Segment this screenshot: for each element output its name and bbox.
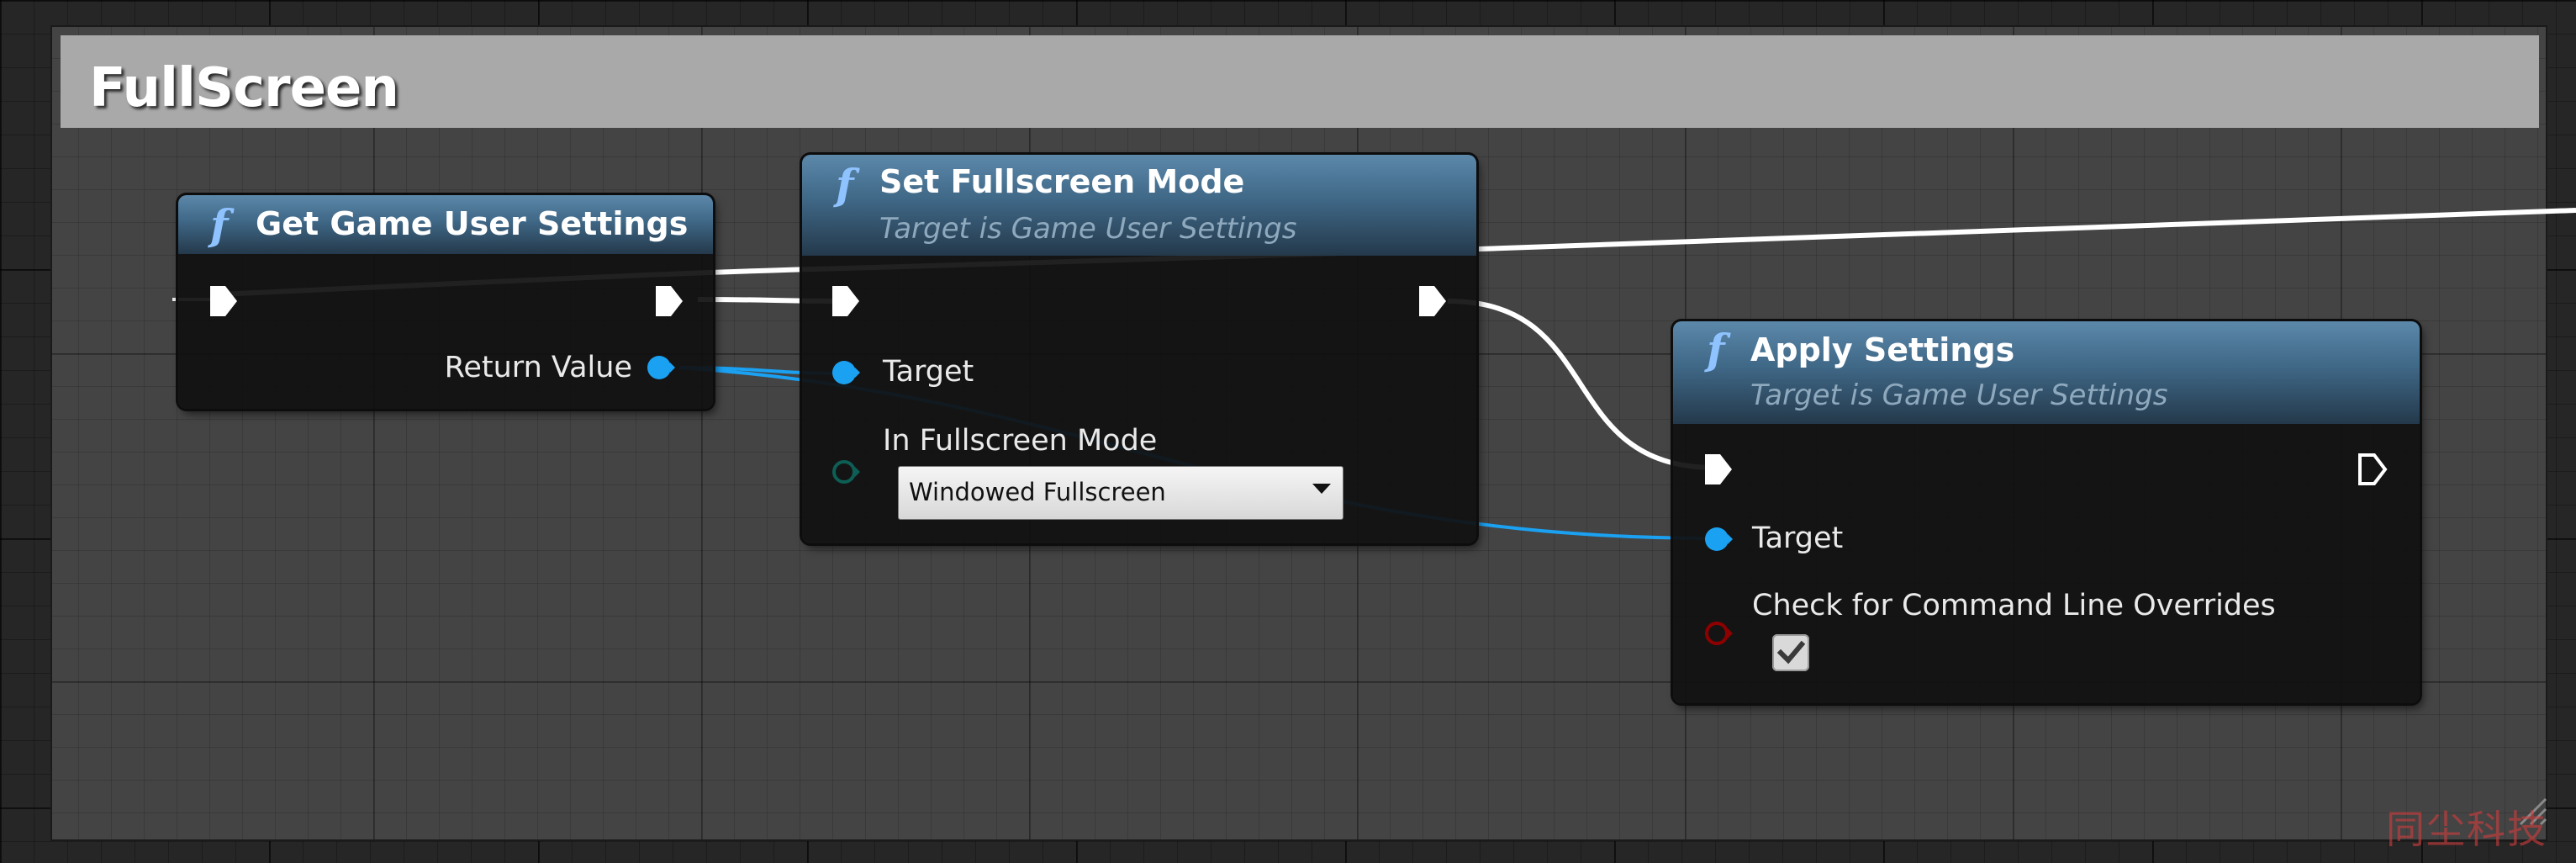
node-subtitle: Target is Game User Settings bbox=[1750, 379, 2168, 412]
node-apply-settings[interactable]: f Apply Settings Target is Game User Set… bbox=[1673, 321, 2420, 703]
fullscreen-mode-value: Windowed Fullscreen bbox=[909, 478, 1166, 506]
function-icon: f bbox=[210, 200, 229, 250]
fullscreen-mode-dropdown[interactable]: Windowed Fullscreen bbox=[898, 466, 1343, 520]
node-title: Get Game User Settings bbox=[256, 205, 689, 242]
function-icon: f bbox=[1707, 325, 1725, 374]
exec-input-pin[interactable] bbox=[209, 284, 239, 318]
target-label: Target bbox=[883, 355, 974, 389]
node-get-game-user-settings[interactable]: f Get Game User Settings Return Value bbox=[178, 195, 713, 409]
exec-output-pin[interactable] bbox=[1417, 284, 1448, 318]
exec-output-pin[interactable] bbox=[654, 284, 684, 318]
command-line-overrides-pin[interactable] bbox=[1703, 621, 1734, 646]
command-line-overrides-checkbox[interactable] bbox=[1772, 634, 1809, 671]
watermark: 同尘科技 bbox=[2386, 807, 2547, 852]
return-value-pin[interactable] bbox=[646, 355, 676, 380]
fullscreen-mode-label: In Fullscreen Mode bbox=[883, 424, 1158, 458]
fullscreen-mode-pin[interactable] bbox=[831, 459, 861, 484]
target-pin[interactable] bbox=[1703, 527, 1734, 552]
function-icon: f bbox=[836, 160, 854, 209]
node-set-fullscreen-mode[interactable]: f Set Fullscreen Mode Target is Game Use… bbox=[802, 155, 1476, 543]
exec-input-pin[interactable] bbox=[1703, 453, 1734, 486]
node-title: Set Fullscreen Mode bbox=[879, 163, 1245, 200]
target-pin[interactable] bbox=[831, 360, 861, 385]
node-title: Apply Settings bbox=[1750, 331, 2015, 368]
command-line-overrides-label: Check for Command Line Overrides bbox=[1752, 589, 2276, 622]
node-subtitle: Target is Game User Settings bbox=[879, 212, 1297, 246]
exec-output-pin[interactable] bbox=[2357, 453, 2388, 486]
checkmark-icon bbox=[1776, 640, 1806, 664]
return-value-label: Return Value bbox=[444, 351, 632, 384]
exec-input-pin[interactable] bbox=[831, 284, 861, 318]
target-label: Target bbox=[1752, 522, 1844, 555]
chevron-down-icon bbox=[1312, 484, 1331, 494]
